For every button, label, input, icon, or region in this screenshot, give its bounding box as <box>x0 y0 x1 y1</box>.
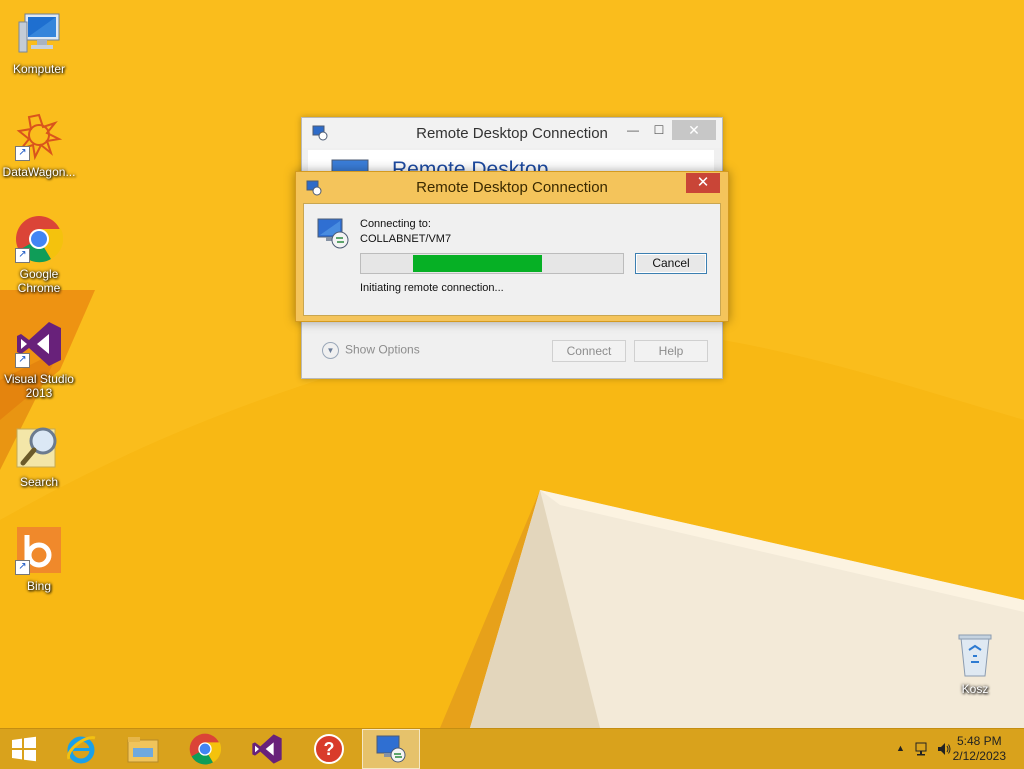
desktop: Komputer ↗ DataWagon... ↗ Google Chrome … <box>0 0 1024 728</box>
connect-button[interactable]: Connect <box>552 340 626 362</box>
remote-desktop-icon <box>376 735 406 763</box>
desktop-icon-label: Visual Studio 2013 <box>4 372 74 400</box>
maximize-button[interactable]: ☐ <box>646 120 672 140</box>
desktop-icon-label: Search <box>19 475 59 489</box>
desktop-icon-datawagon[interactable]: ↗ DataWagon... <box>0 113 78 179</box>
cancel-button[interactable]: Cancel <box>635 253 707 274</box>
close-button[interactable]: ✕ <box>672 120 716 140</box>
options-bar: ▼ Show Options Connect Help <box>308 318 714 372</box>
dialog-title: Remote Desktop Connection <box>416 179 608 196</box>
taskbar-file-explorer[interactable] <box>114 729 172 769</box>
clock-time: 5:48 PM <box>956 734 1002 748</box>
connection-progress-bar <box>360 253 624 274</box>
help-button[interactable]: Help <box>634 340 708 362</box>
taskbar: ? ▲ 5:48 PM 2/12/2023 <box>0 728 1024 769</box>
desktop-icon-label: Kosz <box>961 682 989 696</box>
desktop-icon-label: DataWagon... <box>2 165 76 179</box>
datawagon-icon: ↗ <box>15 113 63 161</box>
remote-desktop-icon <box>316 216 350 255</box>
connection-target: COLLABNET/VM7 <box>360 233 452 245</box>
desktop-icon-search[interactable]: Search <box>0 423 78 489</box>
chrome-icon: ↗ <box>15 215 64 263</box>
status-text: Initiating remote connection... <box>360 282 504 294</box>
taskbar-remote-desktop[interactable] <box>362 729 420 769</box>
connection-info: Connecting to: COLLABNET/VM7 <box>360 217 451 247</box>
desktop-icon-label: Bing <box>26 579 52 593</box>
search-icon <box>15 423 63 471</box>
desktop-icon-google-chrome[interactable]: ↗ Google Chrome <box>0 215 78 295</box>
network-icon[interactable] <box>914 741 930 760</box>
svg-text:?: ? <box>324 739 335 759</box>
show-options-toggle[interactable]: ▼ Show Options <box>322 342 420 359</box>
folder-icon <box>127 737 159 763</box>
help-icon: ? <box>314 734 344 764</box>
progress-fill <box>413 255 542 272</box>
computer-icon <box>15 10 63 58</box>
taskbar-google-chrome[interactable] <box>176 729 234 769</box>
bing-icon: ↗ <box>15 527 63 575</box>
recycle-bin-icon <box>951 630 999 678</box>
minimize-button[interactable]: — <box>620 120 646 140</box>
show-options-label: Show Options <box>345 342 420 357</box>
taskbar-help[interactable]: ? <box>300 729 358 769</box>
desktop-icon-bing[interactable]: ↗ Bing <box>0 527 78 593</box>
desktop-icon-komputer[interactable]: Komputer <box>0 10 78 76</box>
connecting-to-label: Connecting to: <box>360 218 431 230</box>
visual-studio-icon <box>252 734 282 764</box>
chevron-down-icon: ▼ <box>322 342 339 359</box>
desktop-icon-visual-studio[interactable]: ↗ Visual Studio 2013 <box>0 320 78 400</box>
internet-explorer-icon <box>67 736 96 764</box>
show-hidden-icons-button[interactable]: ▲ <box>896 743 905 753</box>
visual-studio-icon: ↗ <box>15 320 63 368</box>
desktop-icon-label: Google Chrome <box>17 267 61 295</box>
shortcut-arrow-icon: ↗ <box>15 248 30 263</box>
close-button[interactable]: ✕ <box>686 173 720 193</box>
taskbar-internet-explorer[interactable] <box>52 729 110 769</box>
shortcut-arrow-icon: ↗ <box>15 146 30 161</box>
title-bar[interactable]: Remote Desktop Connection — ☐ ✕ <box>302 118 722 148</box>
shortcut-arrow-icon: ↗ <box>15 353 30 368</box>
connecting-dialog: Remote Desktop Connection ✕ Connecting t… <box>295 171 729 322</box>
windows-logo-icon <box>12 736 36 762</box>
start-button[interactable] <box>0 729 48 769</box>
system-tray: ▲ 5:48 PM 2/12/2023 <box>844 729 1024 769</box>
dialog-body: Connecting to: COLLABNET/VM7 Cancel Init… <box>303 203 721 316</box>
shortcut-arrow-icon: ↗ <box>15 560 30 575</box>
desktop-icon-label: Komputer <box>12 62 66 76</box>
clock[interactable]: 5:48 PM 2/12/2023 <box>953 734 1006 764</box>
dialog-title-bar[interactable]: Remote Desktop Connection ✕ <box>296 172 728 202</box>
desktop-icon-recycle-bin[interactable]: Kosz <box>936 630 1014 696</box>
clock-date: 2/12/2023 <box>952 749 1006 763</box>
taskbar-visual-studio[interactable] <box>238 729 296 769</box>
volume-icon[interactable] <box>936 741 952 760</box>
chrome-icon <box>189 733 221 765</box>
